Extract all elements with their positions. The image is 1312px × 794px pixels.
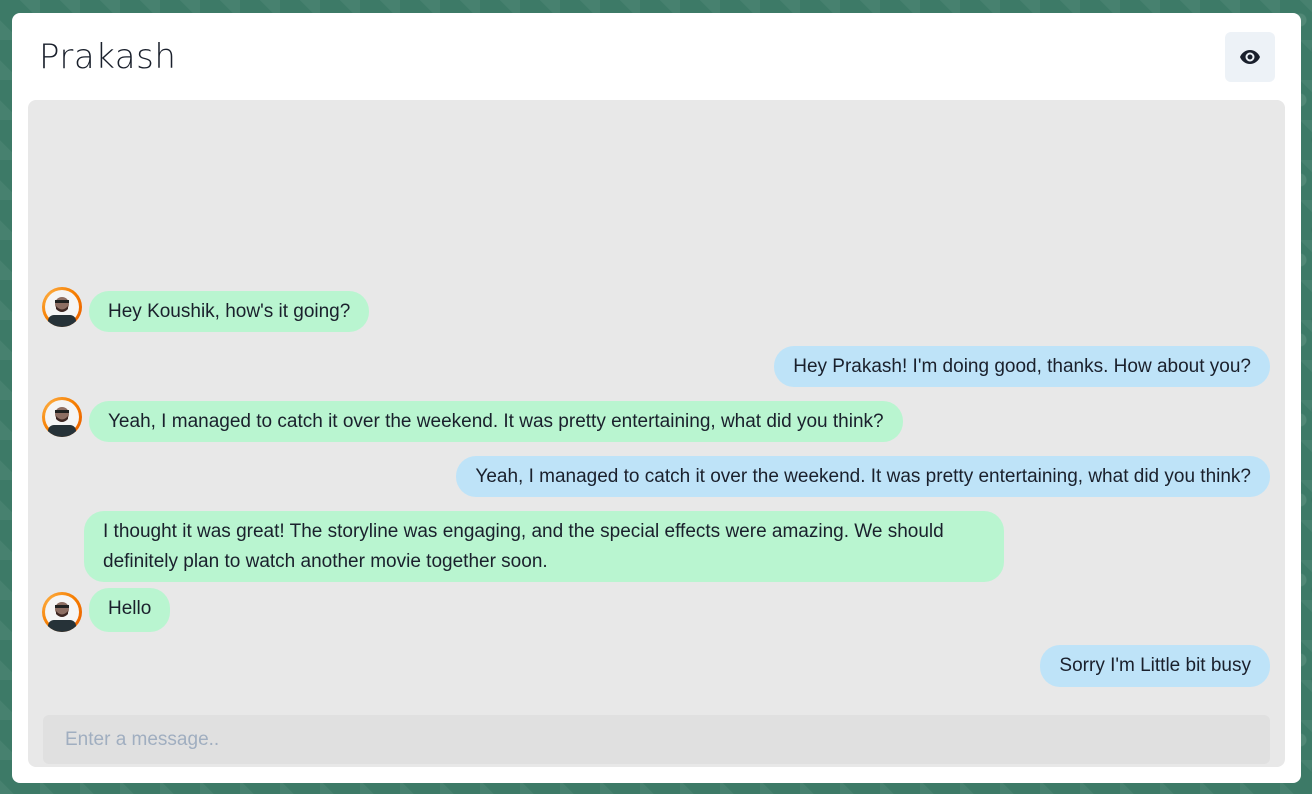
message-bubble-received: Hello <box>89 588 171 632</box>
message-bubble-received: Yeah, I managed to catch it over the wee… <box>89 401 903 442</box>
message-bubble-sent: Hey Prakash! I'm doing good, thanks. How… <box>774 346 1270 387</box>
chat-window: Prakash Hey Koushik, how's it going? Hey… <box>12 13 1301 783</box>
avatar-image <box>45 400 79 437</box>
message-bubble-sent: Yeah, I managed to catch it over the wee… <box>456 456 1270 497</box>
view-profile-button[interactable] <box>1225 32 1275 82</box>
chat-header: Prakash <box>12 13 1301 101</box>
user-avatar[interactable] <box>42 592 82 632</box>
user-avatar[interactable] <box>42 287 82 327</box>
message-bubble-received: Hey Koushik, how's it going? <box>89 291 370 332</box>
message-bubble-sent: Sorry I'm Little bit busy <box>1040 645 1270 687</box>
message-input[interactable] <box>43 715 1270 764</box>
message-list: Hey Koushik, how's it going? Hey Prakash… <box>28 100 1285 767</box>
avatar-image <box>45 290 79 327</box>
message-bubble-received: I thought it was great! The storyline wa… <box>84 511 1004 582</box>
chat-title: Prakash <box>39 37 177 77</box>
user-avatar[interactable] <box>42 397 82 437</box>
eye-icon <box>1240 50 1260 64</box>
avatar-image <box>45 595 79 632</box>
